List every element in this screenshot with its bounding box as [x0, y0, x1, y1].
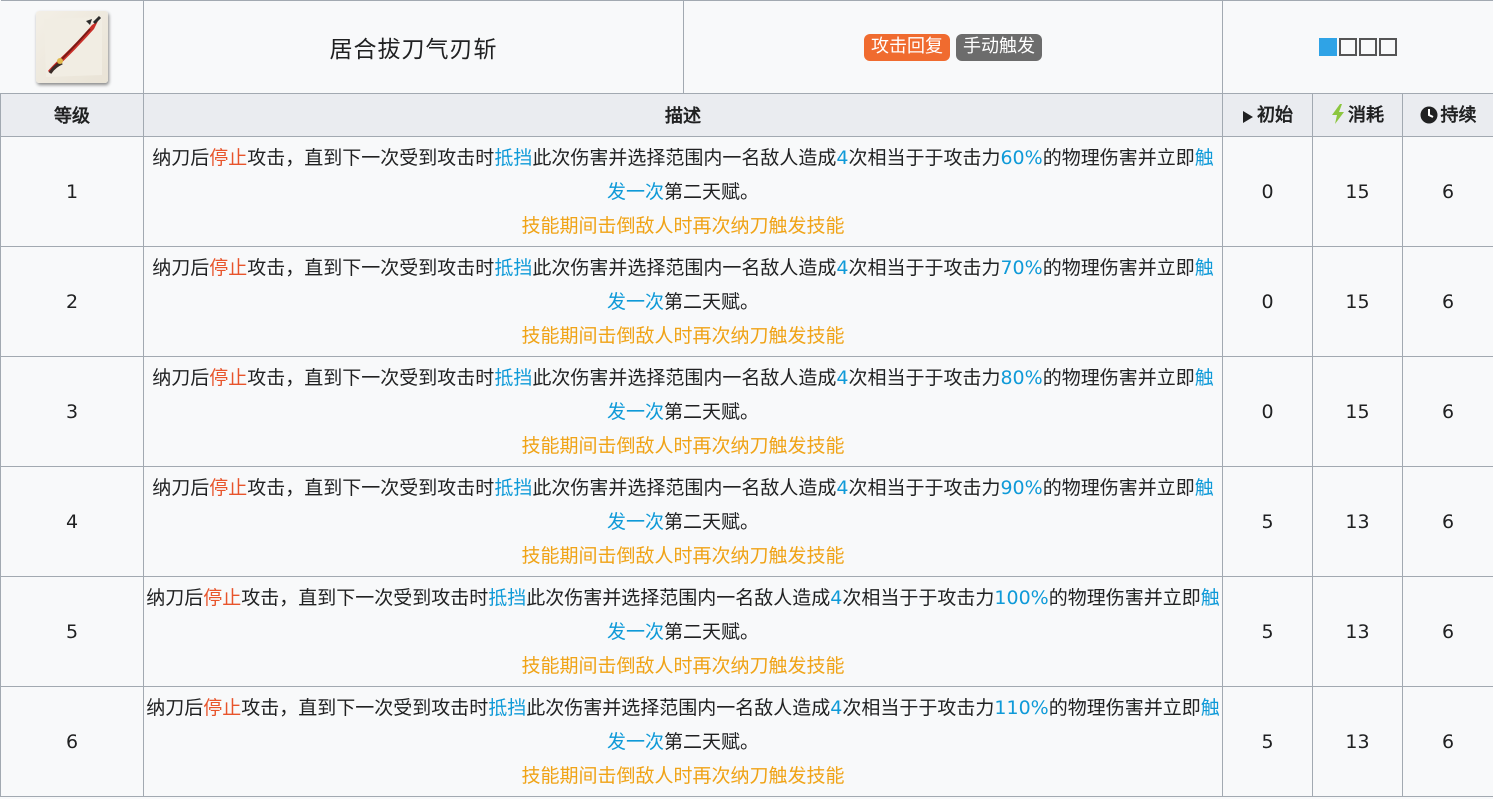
initial-cell: 0	[1222, 136, 1313, 247]
column-header-row: 等级 描述 初始 消耗 持续	[0, 93, 1493, 137]
cost-cell: 13	[1312, 686, 1403, 797]
level-cell: 2	[0, 246, 144, 357]
description-cell: 纳刀后停止攻击，直到下一次受到攻击时抵挡此次伤害并选择范围内一名敌人造成4次相当…	[143, 356, 1223, 467]
description-cell: 纳刀后停止攻击，直到下一次受到攻击时抵挡此次伤害并选择范围内一名敌人造成4次相当…	[143, 686, 1223, 797]
initial-cell: 0	[1222, 246, 1313, 357]
skill-note: 技能期间击倒敌人时再次纳刀触发技能	[521, 764, 845, 787]
table-row: 4 纳刀后停止攻击，直到下一次受到攻击时抵挡此次伤害并选择范围内一名敌人造成4次…	[0, 466, 1493, 577]
level-cell: 6	[0, 686, 144, 797]
table-row: 1 纳刀后停止攻击，直到下一次受到攻击时抵挡此次伤害并选择范围内一名敌人造成4次…	[0, 136, 1493, 247]
duration-cell: 6	[1402, 356, 1493, 467]
tag-manual-trigger: 手动触发	[956, 33, 1042, 61]
description-cell: 纳刀后停止攻击，直到下一次受到攻击时抵挡此次伤害并选择范围内一名敌人造成4次相当…	[143, 246, 1223, 357]
skill-note: 技能期间击倒敌人时再次纳刀触发技能	[521, 324, 845, 347]
cost-cell: 15	[1312, 246, 1403, 357]
duration-cell: 6	[1402, 136, 1493, 247]
skill-name-cell: 居合拔刀气刃斩	[143, 0, 684, 94]
header-cost-label: 消耗	[1348, 105, 1384, 126]
level-cell: 4	[0, 466, 144, 577]
initial-cell: 5	[1222, 466, 1313, 577]
skill-table: 居合拔刀气刃斩 攻击回复 手动触发 等级 描述 初始 消耗 持续 1 纳刀后停止…	[0, 0, 1493, 797]
sp-box-empty	[1339, 38, 1357, 56]
description-cell: 纳刀后停止攻击，直到下一次受到攻击时抵挡此次伤害并选择范围内一名敌人造成4次相当…	[143, 136, 1223, 247]
header-cost: 消耗	[1312, 93, 1403, 137]
level-cell: 1	[0, 136, 144, 247]
sp-box-empty	[1379, 38, 1397, 56]
duration-cell: 6	[1402, 686, 1493, 797]
skill-note: 技能期间击倒敌人时再次纳刀触发技能	[521, 434, 845, 457]
table-row: 6 纳刀后停止攻击，直到下一次受到攻击时抵挡此次伤害并选择范围内一名敌人造成4次…	[0, 686, 1493, 797]
cost-cell: 15	[1312, 136, 1403, 247]
header-duration: 持续	[1402, 93, 1493, 137]
table-row: 2 纳刀后停止攻击，直到下一次受到攻击时抵挡此次伤害并选择范围内一名敌人造成4次…	[0, 246, 1493, 357]
initial-cell: 5	[1222, 576, 1313, 687]
level-cell: 3	[0, 356, 144, 467]
tag-attack-recovery: 攻击回复	[864, 33, 950, 61]
sp-indicator	[1223, 38, 1493, 56]
table-row: 3 纳刀后停止攻击，直到下一次受到攻击时抵挡此次伤害并选择范围内一名敌人造成4次…	[0, 356, 1493, 467]
skill-name: 居合拔刀气刃斩	[329, 37, 498, 63]
lightning-icon	[1331, 104, 1345, 129]
initial-cell: 5	[1222, 686, 1313, 797]
sp-box-filled	[1319, 38, 1337, 56]
description-cell: 纳刀后停止攻击，直到下一次受到攻击时抵挡此次伤害并选择范围内一名敌人造成4次相当…	[143, 466, 1223, 577]
skill-icon-cell	[0, 0, 144, 94]
header-initial-label: 初始	[1257, 105, 1293, 126]
header-duration-label: 持续	[1440, 105, 1477, 126]
duration-cell: 6	[1402, 466, 1493, 577]
description-cell: 纳刀后停止攻击，直到下一次受到攻击时抵挡此次伤害并选择范围内一名敌人造成4次相当…	[143, 576, 1223, 687]
initial-cell: 0	[1222, 356, 1313, 467]
skill-tags-cell: 攻击回复 手动触发	[683, 0, 1223, 94]
play-icon	[1242, 108, 1254, 129]
duration-cell: 6	[1402, 576, 1493, 687]
skill-note: 技能期间击倒敌人时再次纳刀触发技能	[521, 214, 845, 237]
skill-note: 技能期间击倒敌人时再次纳刀触发技能	[521, 544, 845, 567]
header-description: 描述	[143, 93, 1223, 137]
sp-box-empty	[1359, 38, 1377, 56]
cost-cell: 15	[1312, 356, 1403, 467]
duration-cell: 6	[1402, 246, 1493, 357]
skill-note: 技能期间击倒敌人时再次纳刀触发技能	[521, 654, 845, 677]
cost-cell: 13	[1312, 466, 1403, 577]
cost-cell: 13	[1312, 576, 1403, 687]
skill-sp-cell	[1222, 0, 1493, 94]
table-row: 5 纳刀后停止攻击，直到下一次受到攻击时抵挡此次伤害并选择范围内一名敌人造成4次…	[0, 576, 1493, 687]
clock-icon	[1420, 106, 1438, 129]
header-level: 等级	[0, 93, 144, 137]
header-initial: 初始	[1222, 93, 1313, 137]
level-cell: 5	[0, 576, 144, 687]
skill-header-row: 居合拔刀气刃斩 攻击回复 手动触发	[0, 0, 1493, 94]
blade-skill-icon	[35, 11, 108, 83]
